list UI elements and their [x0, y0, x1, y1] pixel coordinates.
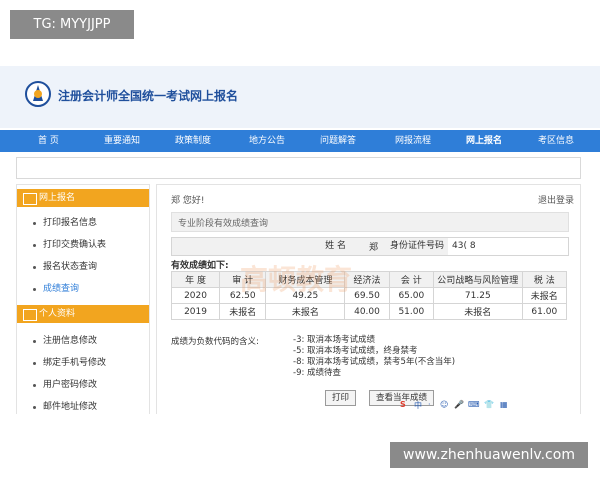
ime-logo-icon[interactable]: S — [400, 400, 406, 409]
sidebar-section-title: 网上报名 — [39, 193, 76, 203]
sidebar-item-print-fee[interactable]: 打印交费确认表 — [17, 235, 149, 255]
query-title: 专业阶段有效成绩查询 — [178, 219, 269, 229]
column-header: 会 计 — [388, 271, 434, 288]
nav-notices[interactable]: 重要通知 — [104, 130, 140, 152]
table-cell: 71.25 — [432, 287, 523, 304]
bullet-icon — [33, 362, 36, 365]
table-cell: 未报名 — [432, 303, 523, 320]
table-cell: 未报名 — [521, 287, 568, 304]
notice-bar — [16, 157, 581, 179]
sidebar-item-edit-phone[interactable]: 绑定手机号修改 — [17, 353, 149, 373]
ime-tools-icon[interactable]: ▦ — [500, 400, 508, 409]
query-title-bar: 专业阶段有效成绩查询 — [171, 212, 569, 232]
table-cell: 未报名 — [265, 303, 346, 320]
greeting: 郑 您好! — [171, 196, 205, 206]
note-item: -8: 取消本场考试成绩，禁考5年(不含当年) — [293, 357, 456, 367]
table-cell: 40.00 — [344, 303, 390, 320]
valid-scores-label: 有效成绩如下: — [171, 261, 229, 271]
ime-punctuation-icon[interactable]: · — [428, 400, 431, 409]
note-item: -9: 成绩待查 — [293, 368, 342, 378]
bullet-icon — [33, 340, 36, 343]
scores-table: 年 度 审 计 财务成本管理 经济法 会 计 公司战略与风险管理 税 法 202… — [170, 271, 568, 320]
column-header: 年 度 — [170, 271, 221, 288]
bullet-icon — [33, 266, 36, 269]
table-header-row: 年 度 审 计 财务成本管理 经济法 会 计 公司战略与风险管理 税 法 — [170, 271, 568, 288]
footer-url-tag: www.zhenhuawenlv.com — [390, 442, 588, 468]
table-cell: 未报名 — [219, 303, 267, 320]
monitor-icon — [23, 193, 37, 205]
logout-link[interactable]: 退出登录 — [538, 193, 574, 206]
ime-keyboard-icon[interactable]: ⌨ — [468, 400, 480, 409]
table-cell: 61.00 — [521, 303, 568, 320]
bullet-icon — [33, 406, 36, 409]
sidebar-item-label: 注册信息修改 — [43, 336, 98, 346]
sidebar-item-label: 绑定手机号修改 — [43, 358, 107, 368]
sidebar-item-label: 报名状态查询 — [43, 262, 98, 272]
note-item: -5: 取消本场考试成绩，终身禁考 — [293, 346, 418, 356]
nav-local-announcements[interactable]: 地方公告 — [249, 130, 285, 152]
id-value: 43( 8 — [452, 241, 476, 251]
sidebar-item-print-registration[interactable]: 打印报名信息 — [17, 213, 149, 233]
logo-icon — [25, 81, 51, 107]
ime-chinese-toggle[interactable]: 中 — [414, 400, 422, 411]
ime-emoji-icon[interactable]: ☺ — [440, 400, 448, 409]
ime-toolbar: S 中 · ☺ 🎤 ⌨ 👕 ▦ — [400, 400, 520, 411]
sidebar-section-registration: 网上报名 — [17, 189, 149, 207]
column-header: 公司战略与风险管理 — [432, 271, 523, 288]
site-title: 注册会计师全国统一考试网上报名 — [58, 89, 239, 103]
table-cell: 51.00 — [388, 303, 434, 320]
sidebar-item-scores[interactable]: 成绩查询 — [17, 279, 149, 299]
nav-online-registration[interactable]: 网上报名 — [466, 130, 502, 152]
person-icon — [23, 309, 37, 321]
ime-skin-icon[interactable]: 👕 — [484, 400, 494, 409]
sidebar-item-label: 成绩查询 — [43, 284, 80, 294]
nav-home[interactable]: 首 页 — [38, 130, 59, 152]
nav-faq[interactable]: 问题解答 — [320, 130, 356, 152]
table-cell: 2020 — [170, 287, 221, 304]
sidebar-item-label: 打印报名信息 — [43, 218, 98, 228]
main-nav: 首 页 重要通知 政策制度 地方公告 问题解答 网报流程 网上报名 考区信息 — [0, 130, 600, 152]
sidebar-section-profile: 个人资料 — [17, 305, 149, 323]
bullet-icon — [33, 288, 36, 291]
table-row: 2020 62.50 49.25 69.50 65.00 71.25 未报名 — [170, 287, 568, 304]
table-row: 2019 未报名 未报名 40.00 51.00 未报名 61.00 — [170, 303, 568, 320]
bullet-icon — [33, 244, 36, 247]
id-cell: 身份证件号码 43( 8 — [360, 238, 568, 255]
sidebar-item-status[interactable]: 报名状态查询 — [17, 257, 149, 277]
name-value: 郑 — [369, 243, 379, 253]
sidebar-item-edit-registration[interactable]: 注册信息修改 — [17, 331, 149, 351]
notes-list: -3: 取消本场考试成绩 -5: 取消本场考试成绩，终身禁考 -8: 取消本场考… — [293, 335, 563, 379]
ime-voice-icon[interactable]: 🎤 — [454, 400, 464, 409]
main-panel: 郑 您好! 退出登录 专业阶段有效成绩查询 姓 名 身份证件号码 43( 8 郑… — [156, 184, 581, 418]
nav-exam-areas[interactable]: 考区信息 — [538, 130, 574, 152]
table-cell: 65.00 — [388, 287, 434, 304]
bullet-icon — [33, 384, 36, 387]
note-item: -3: 取消本场考试成绩 — [293, 335, 376, 345]
print-button[interactable]: 打印 — [325, 390, 357, 406]
nav-policies[interactable]: 政策制度 — [175, 130, 211, 152]
name-label-cell: 姓 名 — [172, 238, 360, 255]
sidebar-item-label: 打印交费确认表 — [43, 240, 107, 250]
sidebar-item-label: 用户密码修改 — [43, 380, 98, 390]
table-cell: 2019 — [170, 303, 221, 320]
sidebar-item-edit-password[interactable]: 用户密码修改 — [17, 375, 149, 395]
watermark: 高顿教育 — [240, 263, 353, 296]
sidebar-section-title: 个人资料 — [39, 309, 76, 319]
sidebar: 网上报名 打印报名信息 打印交费确认表 报名状态查询 成绩查询 个人资料 注册信… — [16, 184, 150, 418]
column-header: 税 法 — [521, 271, 568, 288]
bullet-icon — [33, 222, 36, 225]
overlay-tag: TG: MYYJJPP — [10, 10, 134, 39]
name-label: 姓 名 — [325, 241, 346, 251]
nav-process[interactable]: 网报流程 — [395, 130, 431, 152]
notes-title: 成绩为负数代码的含义: — [171, 337, 259, 347]
